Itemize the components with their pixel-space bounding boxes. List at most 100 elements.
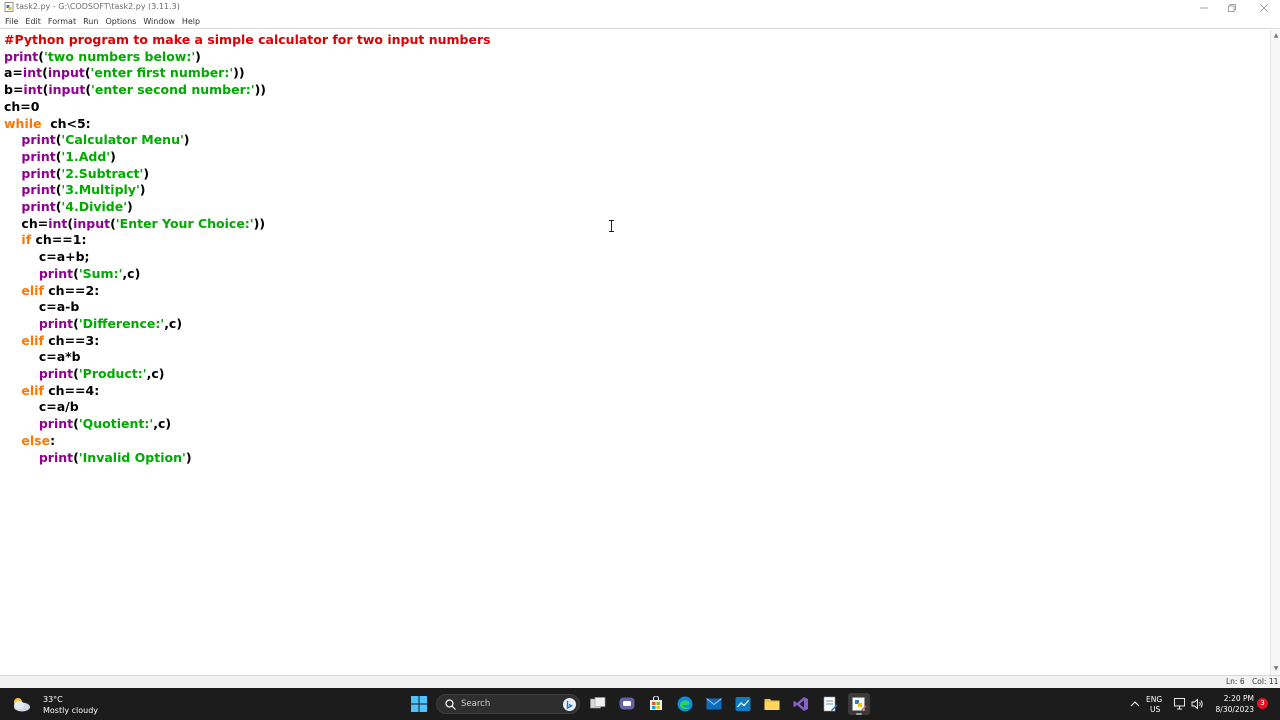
- minimize-button[interactable]: [1192, 0, 1216, 15]
- bing-icon[interactable]: [563, 698, 576, 711]
- code-line[interactable]: print('1.Add'): [4, 149, 115, 165]
- teams-chat-button[interactable]: [616, 693, 638, 715]
- vertical-scrollbar[interactable]: ▲ ▼: [1270, 30, 1280, 675]
- notification-badge[interactable]: 3: [1257, 698, 1268, 709]
- code-token: print: [38, 449, 74, 465]
- code-token: ch=: [4, 215, 49, 231]
- input-region[interactable]: US: [1150, 705, 1160, 714]
- file-explorer-button[interactable]: [761, 693, 783, 715]
- code-token: 'enter first number:': [90, 65, 234, 81]
- maximize-button[interactable]: [1220, 0, 1244, 15]
- code-line[interactable]: elif ch==4:: [4, 383, 99, 399]
- menu-bar: File Edit Format Run Options Window Help: [0, 15, 1280, 29]
- code-line[interactable]: print('Difference:',c): [4, 316, 182, 332]
- code-token: 'Invalid Option': [78, 449, 186, 465]
- volume-icon[interactable]: [1191, 698, 1204, 710]
- code-line[interactable]: print('Product:',c): [4, 366, 165, 382]
- code-line[interactable]: print('Sum:',c): [4, 266, 140, 282]
- code-token: c=a+b;: [4, 249, 90, 265]
- code-line[interactable]: elif ch==2:: [4, 283, 99, 299]
- code-token: input: [73, 215, 111, 231]
- code-line[interactable]: b=int(input('enter second number:')): [4, 82, 266, 98]
- code-token: #Python program to make a simple calcula…: [4, 32, 491, 47]
- menu-help[interactable]: Help: [177, 15, 200, 28]
- menu-edit[interactable]: Edit: [20, 15, 41, 28]
- code-line[interactable]: if ch==1:: [4, 232, 86, 248]
- code-token: ): [143, 165, 150, 181]
- code-line[interactable]: else:: [4, 433, 55, 449]
- network-icon[interactable]: [1174, 698, 1187, 710]
- code-line[interactable]: c=a*b: [4, 349, 81, 365]
- show-hidden-icons-button[interactable]: [1124, 693, 1146, 715]
- code-line[interactable]: ch=int(input('Enter Your Choice:')): [4, 216, 265, 232]
- code-token: ch=0: [4, 98, 40, 114]
- clock-time[interactable]: 2:20 PM: [1216, 694, 1254, 703]
- code-line[interactable]: print('4.Divide'): [4, 199, 132, 215]
- code-token: '4.Divide': [61, 199, 128, 214]
- code-token: )): [254, 82, 267, 98]
- code-line[interactable]: print('Calculator Menu'): [4, 132, 190, 148]
- chevron-up-icon: [1130, 701, 1140, 707]
- code-token: c=a/b: [4, 399, 79, 415]
- code-token: ): [195, 48, 201, 64]
- code-token: print: [21, 165, 56, 181]
- code-line[interactable]: while ch<5:: [4, 116, 91, 132]
- edge-button[interactable]: [674, 693, 696, 715]
- code-line[interactable]: print('Quotient:',c): [4, 416, 171, 432]
- scroll-down-icon[interactable]: ▼: [1272, 665, 1280, 673]
- code-token: 'Sum:': [78, 265, 123, 281]
- code-token: ): [183, 132, 190, 148]
- store-icon: [650, 696, 662, 710]
- scroll-up-icon[interactable]: ▲: [1272, 32, 1280, 40]
- code-token: if: [21, 232, 32, 248]
- menu-file[interactable]: File: [0, 15, 18, 28]
- restore-icon: [1228, 3, 1236, 12]
- notepad-button[interactable]: [819, 693, 841, 715]
- code-token: int: [48, 215, 68, 231]
- idle-icon: [852, 697, 867, 711]
- column-number: Col: 11: [1252, 677, 1279, 686]
- cloudy-weather-icon: [14, 698, 30, 712]
- code-line[interactable]: print('two numbers below:'): [4, 49, 201, 65]
- menu-format[interactable]: Format: [43, 15, 76, 28]
- mail-button[interactable]: [703, 693, 725, 715]
- code-line[interactable]: #Python program to make a simple calcula…: [4, 32, 491, 48]
- code-line[interactable]: print('2.Subtract'): [4, 166, 149, 182]
- code-token: int: [22, 65, 43, 81]
- code-token: ): [139, 182, 146, 198]
- code-editor[interactable]: #Python program to make a simple calcula…: [0, 30, 1270, 675]
- code-token: print: [38, 416, 74, 432]
- code-token: c=a*b: [4, 349, 81, 365]
- task-view-button[interactable]: [587, 693, 609, 715]
- code-line[interactable]: elif ch==3:: [4, 333, 99, 349]
- weather-widget[interactable]: 33°C Mostly cloudy: [10, 692, 110, 716]
- title-bar[interactable]: task2.py - G:\CODSOFT\task2.py (3.11.3): [0, 0, 1280, 15]
- start-button[interactable]: [408, 693, 430, 715]
- code-line[interactable]: print('Invalid Option'): [4, 450, 192, 466]
- code-line[interactable]: a=int(input('enter first number:')): [4, 65, 245, 81]
- visual-studio-button[interactable]: [790, 693, 812, 715]
- stock-widget-button[interactable]: [732, 693, 754, 715]
- code-token: 'Quotient:': [78, 416, 154, 432]
- store-button[interactable]: [645, 693, 667, 715]
- code-line[interactable]: print('3.Multiply'): [4, 182, 146, 198]
- teams-chat-icon: [619, 697, 635, 710]
- code-line[interactable]: ch=0: [4, 99, 39, 115]
- code-token: 'Enter Your Choice:': [115, 215, 254, 231]
- clock-date[interactable]: 8/30/2023: [1210, 705, 1254, 714]
- idle-python-button[interactable]: [848, 693, 870, 715]
- code-token: while: [4, 115, 42, 131]
- input-language[interactable]: ENG: [1146, 695, 1162, 704]
- menu-run[interactable]: Run: [78, 15, 98, 28]
- menu-options[interactable]: Options: [100, 15, 136, 28]
- code-line[interactable]: c=a+b;: [4, 249, 90, 265]
- menu-window[interactable]: Window: [138, 15, 175, 28]
- taskbar-search[interactable]: Search: [436, 694, 580, 714]
- code-line[interactable]: c=a-b: [4, 299, 79, 315]
- close-button[interactable]: [1252, 0, 1276, 15]
- code-line[interactable]: c=a/b: [4, 399, 79, 415]
